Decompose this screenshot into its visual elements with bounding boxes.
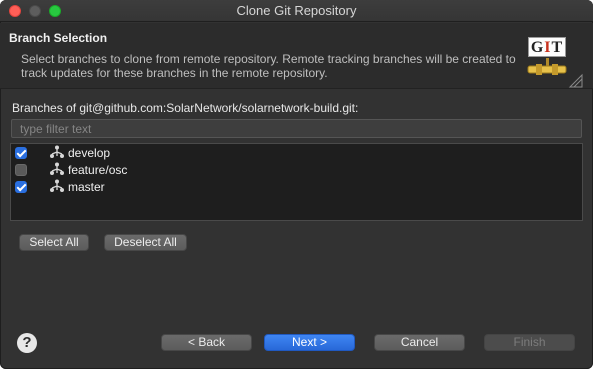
branch-label: develop (68, 146, 111, 160)
title-bar[interactable]: Clone Git Repository (0, 0, 593, 22)
dialog-window: Clone Git Repository Branch Selection Se… (0, 0, 593, 369)
branch-label: feature/osc (68, 163, 128, 177)
filter-input[interactable] (11, 119, 582, 138)
select-all-button[interactable]: Select All (19, 234, 89, 251)
page-description: Select branches to clone from remote rep… (21, 52, 516, 80)
branch-list[interactable]: develop feature/osc master (10, 143, 583, 221)
help-icon[interactable]: ? (17, 333, 37, 353)
finish-button[interactable]: Finish (484, 334, 575, 351)
branch-icon (50, 179, 64, 192)
branch-row-develop[interactable]: develop (11, 144, 582, 161)
git-logo-icon: GIT (526, 35, 586, 91)
branch-icon (50, 162, 64, 175)
back-button[interactable]: < Back (161, 334, 252, 351)
branch-row-feature-osc[interactable]: feature/osc (11, 161, 582, 178)
branch-icon (50, 145, 64, 158)
cancel-button[interactable]: Cancel (374, 334, 465, 351)
branch-label: master (68, 180, 105, 194)
branch-checkbox-feature-osc[interactable] (15, 164, 27, 176)
git-pipe-icon (527, 58, 583, 88)
window-title: Clone Git Repository (236, 3, 357, 18)
deselect-all-button[interactable]: Deselect All (104, 234, 187, 251)
branch-checkbox-develop[interactable] (15, 147, 27, 159)
next-button[interactable]: Next > (264, 334, 355, 351)
page-title: Branch Selection (9, 31, 108, 45)
branches-label: Branches of git@github.com:SolarNetwork/… (12, 101, 359, 115)
wizard-header: Branch Selection Select branches to clon… (0, 23, 593, 89)
branch-row-master[interactable]: master (11, 178, 582, 195)
branch-checkbox-master[interactable] (15, 181, 27, 193)
